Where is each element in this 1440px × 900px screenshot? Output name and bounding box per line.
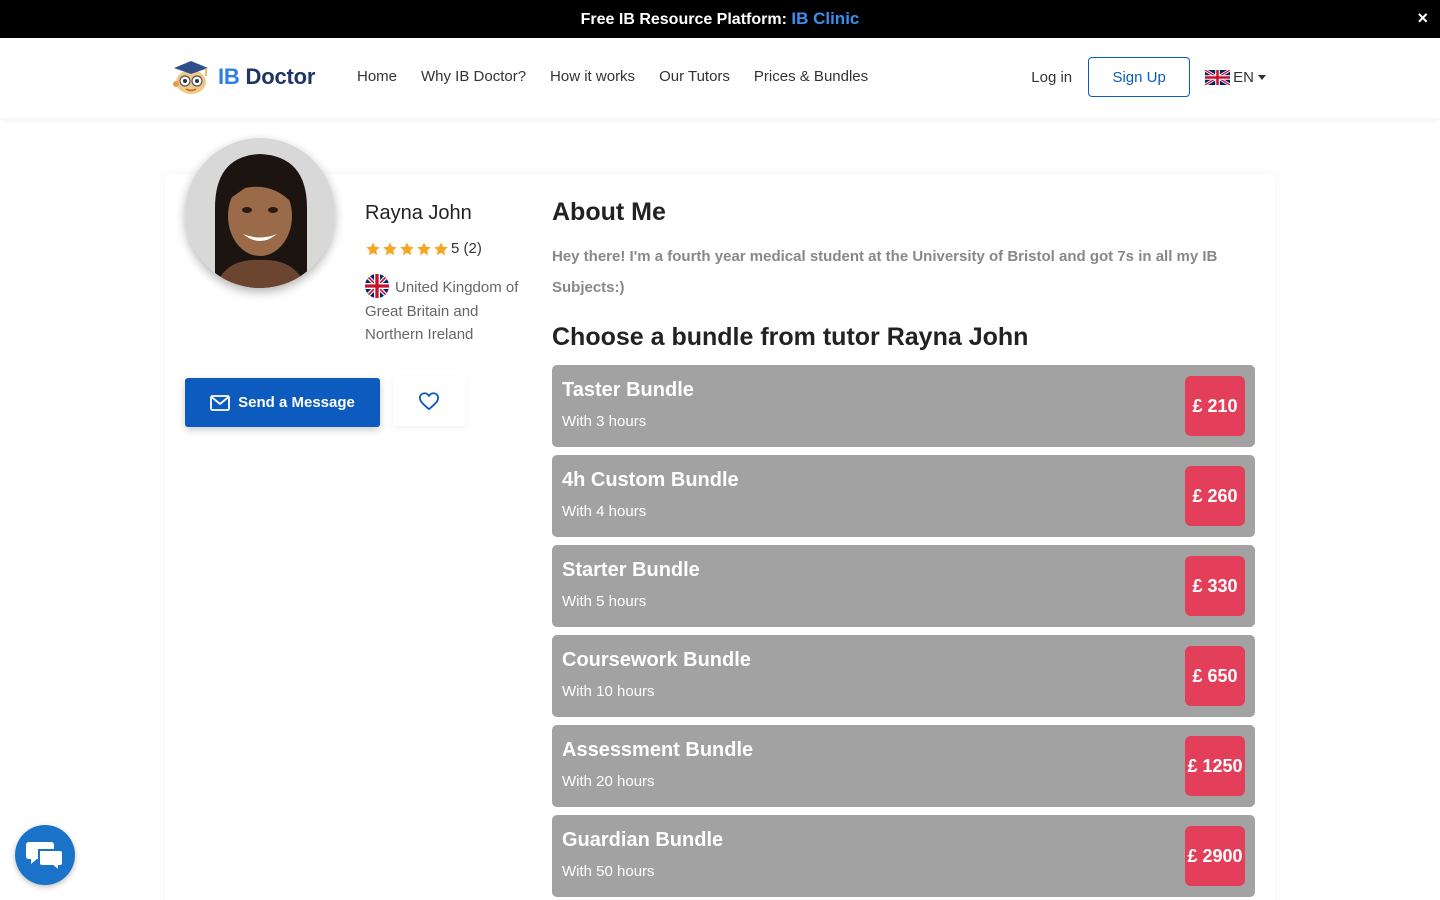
- tutor-avatar: [185, 138, 335, 288]
- chevron-down-icon: [1258, 74, 1266, 80]
- bundle-price[interactable]: £ 260: [1185, 466, 1245, 526]
- bundle-hours: With 20 hours: [562, 773, 655, 790]
- bundle-name: 4h Custom Bundle: [562, 469, 739, 491]
- bundle-price[interactable]: £ 1250: [1185, 736, 1245, 796]
- bundle-hours: With 3 hours: [562, 413, 647, 430]
- logo-prefix: IB: [218, 64, 240, 89]
- tutor-rating: 5 (2): [365, 240, 482, 257]
- close-icon[interactable]: ×: [1417, 8, 1428, 28]
- nav-prices-bundles[interactable]: Prices & Bundles: [754, 68, 868, 85]
- bundle-price[interactable]: £ 330: [1185, 556, 1245, 616]
- about-text: Hey there! I'm a fourth year medical stu…: [552, 248, 1218, 296]
- bundle-price[interactable]: £ 210: [1185, 376, 1245, 436]
- bundles-title: Choose a bundle from tutor Rayna John: [552, 323, 1029, 351]
- chat-widget-button[interactable]: [15, 825, 75, 885]
- ib-clinic-link[interactable]: IB Clinic: [791, 9, 859, 28]
- bundle-name: Assessment Bundle: [562, 739, 754, 761]
- logo-name: Doctor: [245, 64, 316, 89]
- logo-text: IB Doctor: [218, 64, 315, 90]
- nav-actions: Log in Sign Up EN: [1031, 57, 1266, 97]
- bundle-name: Starter Bundle: [562, 559, 700, 581]
- star-icon: [383, 241, 397, 255]
- bundle-price[interactable]: £ 2900: [1185, 826, 1245, 886]
- bundle-card-guardian[interactable]: Guardian Bundle With 50 hours £ 2900: [552, 815, 1255, 897]
- send-message-label: Send a Message: [238, 394, 355, 411]
- rating-text: 5 (2): [451, 240, 482, 257]
- announcement-text: Free IB Resource Platform: IB Clinic: [581, 9, 860, 29]
- bundle-name: Guardian Bundle: [562, 829, 724, 851]
- favorite-button[interactable]: [393, 376, 465, 426]
- bundle-card-coursework[interactable]: Coursework Bundle With 10 hours £ 650: [552, 635, 1255, 717]
- bundle-name: Taster Bundle: [562, 379, 694, 401]
- uk-flag-icon: [365, 274, 389, 299]
- logo[interactable]: IB Doctor: [170, 58, 315, 96]
- announcement-label: Free IB Resource Platform:: [580, 11, 792, 28]
- bundle-card-assessment[interactable]: Assessment Bundle With 20 hours £ 1250: [552, 725, 1255, 807]
- announcement-bar: Free IB Resource Platform: IB Clinic ×: [0, 0, 1440, 38]
- nav-why-ib-doctor[interactable]: Why IB Doctor?: [421, 68, 526, 85]
- tutor-country: United Kingdom of Great Britain and Nort…: [365, 274, 530, 346]
- star-icon: [434, 241, 448, 255]
- tutor-name: Rayna John: [365, 202, 472, 224]
- bundle-hours: With 50 hours: [562, 863, 655, 880]
- star-icon: [366, 241, 380, 255]
- language-selector[interactable]: EN: [1205, 69, 1266, 86]
- chat-icon: [26, 842, 64, 872]
- signup-button[interactable]: Sign Up: [1088, 57, 1191, 97]
- bundle-price[interactable]: £ 650: [1185, 646, 1245, 706]
- bundle-hours: With 10 hours: [562, 683, 655, 700]
- nav-our-tutors[interactable]: Our Tutors: [659, 68, 730, 85]
- nav-home[interactable]: Home: [357, 68, 397, 85]
- heart-icon: [418, 392, 440, 411]
- bundle-hours: With 4 hours: [562, 503, 647, 520]
- uk-flag-icon: [1205, 69, 1231, 85]
- rating-stars: [365, 241, 449, 257]
- bundle-name: Coursework Bundle: [562, 649, 751, 671]
- about-title: About Me: [552, 198, 666, 226]
- bundle-hours: With 5 hours: [562, 593, 647, 610]
- star-icon: [417, 241, 431, 255]
- bundle-card-taster[interactable]: Taster Bundle With 3 hours £ 210: [552, 365, 1255, 447]
- nav-how-it-works[interactable]: How it works: [550, 68, 635, 85]
- star-icon: [400, 241, 414, 255]
- main-nav: Home Why IB Doctor? How it works Our Tut…: [357, 68, 868, 85]
- navbar: IB Doctor Home Why IB Doctor? How it wor…: [0, 38, 1440, 118]
- language-label: EN: [1233, 68, 1254, 86]
- send-message-button[interactable]: Send a Message: [185, 378, 380, 427]
- avatar-image: [185, 138, 335, 288]
- login-link[interactable]: Log in: [1031, 69, 1072, 86]
- bundle-card-4h-custom[interactable]: 4h Custom Bundle With 4 hours £ 260: [552, 455, 1255, 537]
- envelope-icon: [210, 394, 231, 411]
- bundle-card-starter[interactable]: Starter Bundle With 5 hours £ 330: [552, 545, 1255, 627]
- ib-doctor-logo-icon: [173, 61, 208, 94]
